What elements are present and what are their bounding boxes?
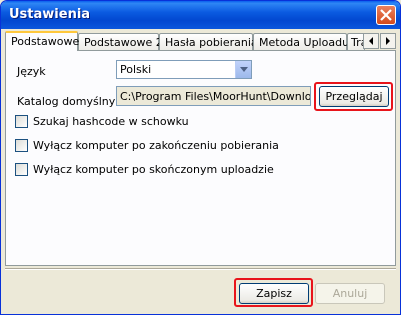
checkbox-label-shutdown-download: Wyłącz komputer po zakończeniu pobierani… [33,139,279,152]
arrow-left-icon [369,37,373,45]
cancel-button[interactable]: Anuluj [315,283,385,304]
tab-scroll-left-button[interactable] [363,33,379,49]
close-icon [380,9,392,21]
title-bar[interactable]: Ustawienia [1,1,400,29]
tab-strip: Podstawowe Podstawowe 2 Hasła pobierania… [5,31,397,51]
checkbox-shutdown-after-upload[interactable] [15,163,28,176]
tab-label: Podstawowe 2 [84,36,163,49]
tab-label: Hasła pobierania [165,36,258,49]
tab-scroll-right-button[interactable] [380,33,396,49]
language-value: Polski [120,63,152,76]
tab-podstawowe-2[interactable]: Podstawowe 2 [78,33,163,50]
checkbox-label-shutdown-upload: Wyłącz komputer po skończonym uploadzie [33,163,274,176]
tab-scroll-buttons [363,33,397,49]
tab-hasla-pobierania[interactable]: Hasła pobierania [159,33,258,50]
tab-podstawowe[interactable]: Podstawowe [5,31,80,51]
default-folder-label: Katalog domyślny [17,95,116,108]
tab-metoda-uploadu[interactable]: Metoda Uploadu [253,33,350,50]
tab-label: Metoda Uploadu [259,36,350,49]
arrow-right-icon [386,37,390,45]
dropdown-button[interactable] [235,61,251,78]
default-folder-value: C:\Program Files\MoorHunt\Downloads [120,90,311,103]
tab-label: Podstawowe [11,35,80,48]
language-select[interactable]: Polski [116,60,252,79]
close-button[interactable] [376,5,396,25]
browse-highlight [314,82,393,111]
default-folder-field[interactable]: C:\Program Files\MoorHunt\Downloads [116,86,311,106]
footer-divider [5,268,396,270]
settings-window: Ustawienia Podstawowe Podstawowe 2 Hasła… [0,0,401,315]
chevron-down-icon [240,67,248,72]
checkbox-hashcode-clipboard[interactable] [15,115,28,128]
cancel-button-label: Anuluj [332,287,368,300]
checkbox-shutdown-after-download[interactable] [15,139,28,152]
language-label: Język [17,65,46,78]
window-title: Ustawienia [9,7,91,22]
save-highlight [234,278,313,307]
checkbox-label-hashcode: Szukaj hashcode w schowku [33,115,189,128]
